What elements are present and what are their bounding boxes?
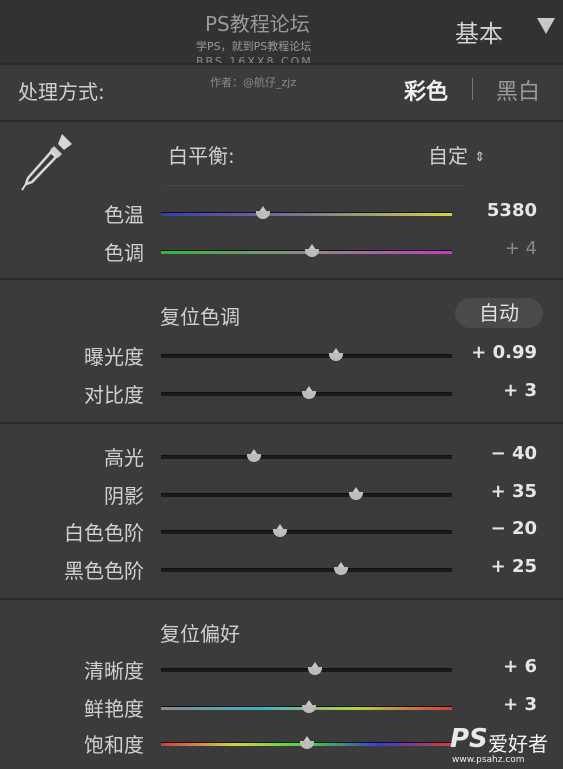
watermark-url: BBS.16XX8.COM: [196, 55, 313, 68]
treatment-bw-option[interactable]: 黑白: [496, 74, 540, 106]
divider: [0, 598, 563, 600]
slider-track[interactable]: [161, 493, 452, 497]
panel-title: 基本: [455, 20, 503, 48]
slider-thumb[interactable]: [328, 348, 343, 362]
treatment-label: 处理方式:: [18, 80, 105, 104]
slider-label: 阴影: [104, 484, 144, 508]
slider-label: 高光: [104, 446, 144, 470]
slider-value[interactable]: + 3: [457, 380, 537, 401]
slider-label: 清晰度: [84, 659, 144, 683]
slider-value[interactable]: + 25: [457, 556, 537, 577]
slider-thumb[interactable]: [299, 736, 314, 750]
slider-thumb[interactable]: [348, 487, 363, 501]
slider-track[interactable]: [161, 530, 452, 534]
slider-label: 饱和度: [84, 733, 144, 757]
reset-tone-label[interactable]: 复位色调: [160, 301, 240, 330]
logo-url-text: www.psahz.com: [452, 755, 525, 765]
divider: [0, 63, 563, 65]
slider-track[interactable]: [161, 568, 452, 572]
slider-label: 色调: [104, 241, 144, 265]
white-balance-underline: [165, 185, 465, 186]
treatment-divider: [472, 78, 473, 100]
slider-thumb[interactable]: [305, 244, 320, 258]
watermark-title: PS教程论坛: [205, 12, 310, 36]
psahz-logo: PS 爱好者 www.psahz.com: [450, 724, 560, 766]
collapse-triangle-icon[interactable]: [537, 18, 555, 34]
divider: [0, 278, 563, 280]
slider-thumb[interactable]: [273, 524, 288, 538]
slider-label: 黑色色阶: [64, 559, 144, 583]
slider-thumb[interactable]: [302, 386, 317, 400]
slider-label: 色温: [104, 203, 144, 227]
slider-value[interactable]: 5380: [457, 200, 537, 221]
eyedropper-icon[interactable]: [18, 128, 78, 194]
slider-label: 鲜艳度: [84, 697, 144, 721]
slider-label: 白色色阶: [64, 521, 144, 545]
slider-value[interactable]: + 6: [457, 656, 537, 677]
logo-ps-text: PS: [450, 724, 488, 754]
slider-track[interactable]: [161, 455, 452, 459]
slider-thumb[interactable]: [247, 449, 262, 463]
logo-cn-text: 爱好者: [488, 732, 548, 756]
slider-value[interactable]: + 3: [457, 694, 537, 715]
slider-label: 对比度: [84, 383, 144, 407]
slider-thumb[interactable]: [334, 562, 349, 576]
slider-value[interactable]: − 40: [457, 443, 537, 464]
updown-arrows-icon: ⇕: [474, 150, 486, 165]
white-balance-label: 白平衡:: [168, 144, 235, 168]
watermark-author: 作者：@航仔_zjz: [210, 76, 297, 89]
treatment-color-option[interactable]: 彩色: [404, 74, 448, 106]
divider: [0, 422, 563, 424]
slider-value[interactable]: + 0.99: [457, 342, 537, 363]
slider-value[interactable]: + 35: [457, 481, 537, 502]
white-balance-preset-select[interactable]: 自定 ⇕: [428, 140, 485, 169]
reset-presence-label[interactable]: 复位偏好: [160, 618, 240, 647]
slider-thumb[interactable]: [302, 700, 317, 714]
auto-tone-button[interactable]: 自动: [455, 298, 543, 328]
slider-value[interactable]: − 20: [457, 518, 537, 539]
slider-thumb[interactable]: [255, 206, 270, 220]
slider-label: 曝光度: [84, 345, 144, 369]
watermark-subtitle: 学PS，就到PS教程论坛: [196, 40, 312, 53]
white-balance-preset-value: 自定: [428, 144, 468, 168]
slider-value[interactable]: + 4: [457, 238, 537, 259]
slider-thumb[interactable]: [308, 662, 323, 676]
slider-track[interactable]: [161, 212, 452, 216]
slider-track[interactable]: [161, 668, 452, 672]
divider: [0, 120, 563, 122]
slider-track[interactable]: [161, 354, 452, 358]
